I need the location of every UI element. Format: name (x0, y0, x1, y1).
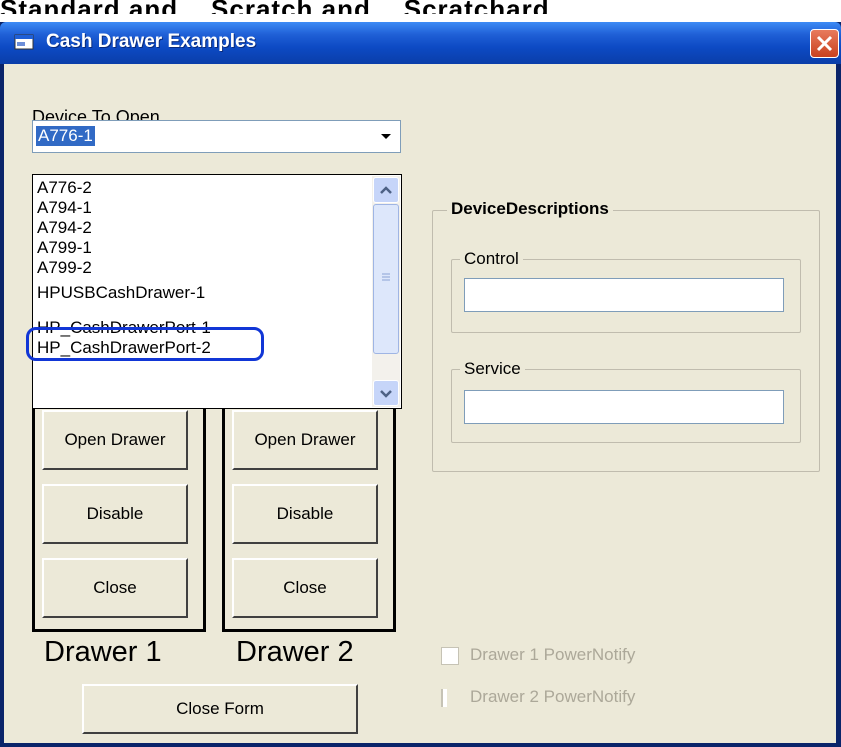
close-icon (816, 35, 833, 52)
dropdown-arrow-icon (381, 134, 391, 139)
dropdown-item-hpusbcashdrawer[interactable]: HPUSBCashDrawer-1 (37, 283, 205, 303)
window-title: Cash Drawer Examples (46, 31, 257, 52)
dropdown-scrollbar[interactable] (372, 176, 400, 407)
scroll-grip-icon (382, 273, 390, 281)
scroll-down-icon (380, 390, 392, 398)
device-combobox[interactable]: A776-1 (32, 120, 401, 153)
control-field[interactable] (464, 278, 784, 312)
service-field[interactable] (464, 390, 784, 424)
drawer-2-label: Drawer 2 (236, 636, 354, 668)
dropdown-item[interactable]: A799-1 (37, 238, 92, 258)
close-window-button[interactable] (810, 29, 839, 58)
device-combobox-value[interactable]: A776-1 (36, 126, 95, 146)
background-clipped-text-content: Standard and ...Scratch and ...Scratchar… (0, 0, 582, 14)
drawer-1-powernotify-checkbox[interactable] (441, 647, 459, 665)
drawer-1-disable-button[interactable]: Disable (42, 484, 188, 544)
close-form-button[interactable]: Close Form (82, 684, 358, 734)
dropdown-item[interactable]: A794-1 (37, 198, 92, 218)
drawer-1-close-button[interactable]: Close (42, 558, 188, 618)
client-area: Device To Open A776-1 Open Drawer Disabl… (4, 64, 836, 743)
device-combobox-button[interactable] (374, 123, 398, 150)
scroll-thumb[interactable] (373, 204, 399, 354)
dropdown-item[interactable]: A776-2 (37, 178, 92, 198)
background-clipped-text: Standard and ...Scratch and ...Scratchar… (0, 0, 841, 14)
scroll-down-button[interactable] (373, 380, 399, 406)
app-icon (14, 34, 34, 50)
drawer-2-powernotify-checkbox[interactable] (441, 689, 447, 707)
drawer-2-powernotify-label: Drawer 2 PowerNotify (470, 687, 636, 706)
control-label: Control (460, 249, 523, 269)
device-dropdown-list[interactable]: A776-2 A794-1 A794-2 A799-1 A799-2 HPUSB… (32, 174, 402, 409)
app-window: Cash Drawer Examples Device To Open A776… (0, 22, 841, 747)
title-bar[interactable]: Cash Drawer Examples (0, 22, 841, 64)
drawer-1-powernotify-label: Drawer 1 PowerNotify (470, 645, 636, 664)
highlight-ring (26, 327, 264, 361)
device-descriptions-title: DeviceDescriptions (447, 199, 613, 219)
drawer-2-disable-button[interactable]: Disable (232, 484, 378, 544)
drawer-1-open-button[interactable]: Open Drawer (42, 410, 188, 470)
service-label: Service (460, 359, 525, 379)
device-descriptions-group: DeviceDescriptions Control Service (432, 199, 820, 472)
scroll-up-button[interactable] (373, 177, 399, 203)
control-group: Control (451, 249, 801, 333)
drawer-1-label: Drawer 1 (44, 636, 162, 668)
dropdown-item[interactable]: A794-2 (37, 218, 92, 238)
drawer-2-close-button[interactable]: Close (232, 558, 378, 618)
dropdown-item[interactable]: A799-2 (37, 258, 92, 278)
service-group: Service (451, 359, 801, 443)
drawer-2-open-button[interactable]: Open Drawer (232, 410, 378, 470)
scroll-up-icon (380, 186, 392, 194)
